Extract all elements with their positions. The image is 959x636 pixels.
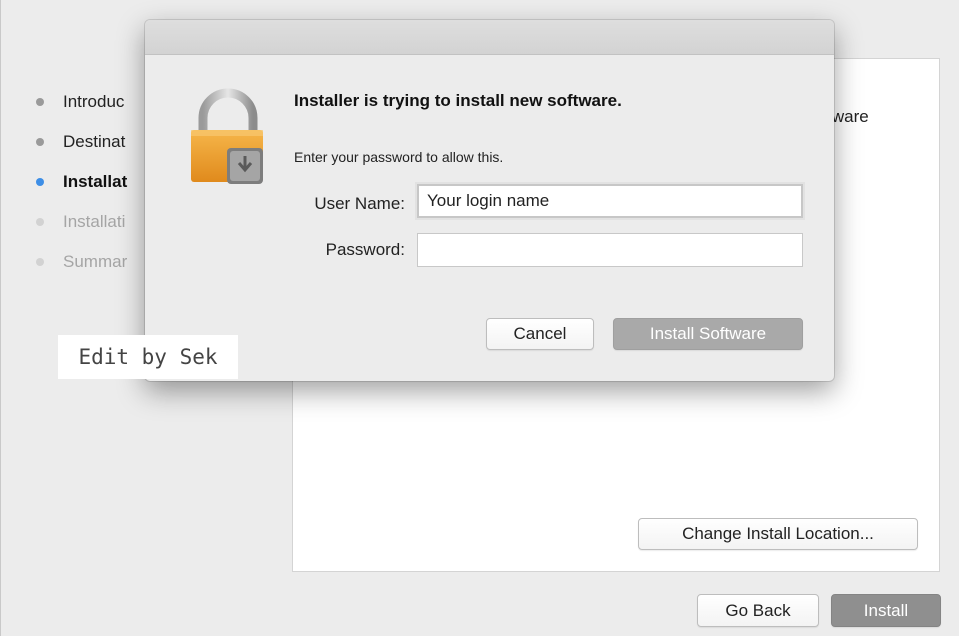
step-label: Installat [63,172,128,191]
authentication-dialog: Installer is trying to install new softw… [145,20,834,381]
step-label: Summar [63,252,128,271]
change-install-location-button[interactable]: Change Install Location... [638,518,918,550]
step-dot [36,98,44,106]
step-dot [36,178,44,186]
step-label: Destinat [63,132,126,151]
step-label: Installati [63,212,126,231]
step-label: Introduc [63,92,125,111]
go-back-button[interactable]: Go Back [697,594,819,627]
step-installation: Installati [36,212,125,232]
dialog-title: Installer is trying to install new softw… [294,91,622,110]
cancel-button[interactable]: Cancel [486,318,594,350]
install-button[interactable]: Install [831,594,941,627]
step-introduction: Introduc [36,92,124,112]
password-field[interactable] [417,233,803,267]
step-dot [36,218,44,226]
username-label: User Name: [314,194,405,213]
dialog-message: Enter your password to allow this. [294,149,504,165]
username-field[interactable] [417,184,803,218]
step-dot [36,138,44,146]
step-installation-type: Installat [36,172,127,192]
step-destination: Destinat [36,132,125,152]
step-dot [36,258,44,266]
password-label: Password: [325,240,405,259]
install-software-button[interactable]: Install Software [613,318,803,350]
watermark: Edit by Sek [58,335,238,379]
lock-icon [191,88,263,184]
dialog-titlebar [145,20,834,55]
step-summary: Summar [36,252,127,272]
